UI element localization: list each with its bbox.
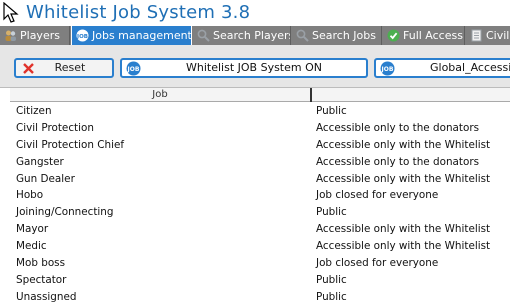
mouse-cursor-icon	[3, 2, 19, 23]
table-row[interactable]: Unassigned Public	[0, 289, 510, 306]
tab-jobs-management[interactable]: JOB Jobs management	[71, 25, 192, 45]
jobs-icon: JOB	[380, 61, 395, 76]
tab-search-jobs[interactable]: Search Jobs	[292, 26, 382, 45]
job-access-cell: Accessible only with the Whitelist	[316, 138, 491, 151]
table-row[interactable]: Civil Protection Accessible only to the d…	[0, 120, 510, 137]
job-access-cell: Accessible only to the donators	[316, 155, 480, 168]
whitelist-status-field[interactable]: JOB Whitelist JOB System ON	[120, 58, 368, 78]
table-row[interactable]: Mayor Accessible only with the Whitelist	[0, 221, 510, 238]
column-divider[interactable]	[310, 88, 312, 102]
toolbar: Reset JOB Whitelist JOB System ON JOB Gl…	[0, 45, 510, 88]
job-name-cell: Mob boss	[16, 257, 66, 270]
tab-full-access[interactable]: Full Access	[383, 26, 465, 45]
job-name-cell: Gangster	[16, 155, 64, 168]
table-row[interactable]: Civil Protection Chief Accessible only wi…	[0, 137, 510, 154]
reset-button-label: Reset	[54, 61, 86, 74]
table-row[interactable]: Mob boss Job closed for everyone	[0, 255, 510, 272]
table-row[interactable]: Medic Accessible only with the Whitelist	[0, 238, 510, 255]
table-body: Citizen Public Civil Protection Accessible …	[0, 103, 510, 306]
job-name-cell: Mayor	[16, 223, 49, 236]
tab-strip: Players JOB Jobs management Search Playe…	[0, 25, 510, 45]
job-access-cell: Accessible only with the Whitelist	[316, 240, 491, 253]
job-name-cell: Spectator	[16, 273, 67, 286]
job-access-cell: Job closed for everyone	[316, 189, 439, 202]
svg-text:JOB: JOB	[381, 66, 394, 73]
jobs-icon: JOB	[126, 61, 141, 76]
tab-label: Search Jobs	[312, 29, 376, 42]
tab-label: Civil	[486, 29, 510, 42]
players-icon	[5, 30, 16, 41]
tab-players[interactable]: Players	[0, 26, 70, 45]
search-icon	[296, 29, 309, 42]
job-access-cell: Accessible only with the Whitelist	[316, 223, 491, 236]
job-name-cell: Civil Protection	[16, 121, 94, 134]
job-name-cell: Medic	[16, 240, 47, 253]
svg-text:JOB: JOB	[76, 34, 88, 40]
job-access-cell: Accessible only with the Whitelist	[316, 172, 491, 185]
search-icon	[197, 29, 210, 42]
tab-label: Jobs management	[92, 29, 192, 42]
access-select-value: Global_Accessi	[430, 61, 510, 74]
app-title: Whitelist Job System 3.8	[26, 2, 251, 23]
tab-search-players[interactable]: Search Players	[193, 26, 291, 45]
job-name-cell: Hobo	[16, 189, 44, 202]
table-row[interactable]: Gun Dealer Accessible only with the White…	[0, 171, 510, 188]
table-row[interactable]: Joining/Connecting Public	[0, 204, 510, 221]
reset-button[interactable]: Reset	[14, 58, 114, 78]
job-name-cell: Joining/Connecting	[16, 206, 114, 219]
table-row[interactable]: Spectator Public	[0, 272, 510, 289]
job-access-cell: Public	[316, 206, 347, 219]
job-access-cell: Public	[316, 105, 347, 117]
whitelist-status-value: Whitelist JOB System ON	[186, 61, 322, 74]
job-name-cell: Gun Dealer	[16, 172, 75, 185]
document-icon	[471, 29, 482, 42]
job-name-cell: Citizen	[16, 105, 52, 117]
title-bar: Whitelist Job System 3.8	[0, 0, 510, 26]
table-row[interactable]: Hobo Job closed for everyone	[0, 187, 510, 204]
access-select[interactable]: JOB Global_Accessi	[374, 58, 510, 78]
table-row[interactable]: Gangster Accessible only to the donators	[0, 154, 510, 171]
tab-label: Players	[20, 29, 60, 42]
jobs-icon: JOB	[76, 29, 89, 42]
tab-label: Search Players	[213, 29, 291, 42]
job-access-cell: Public	[316, 273, 347, 286]
check-icon	[387, 29, 400, 42]
job-name-cell: Civil Protection Chief	[16, 138, 125, 151]
table-row[interactable]: Citizen Public	[0, 103, 510, 120]
job-name-cell: Unassigned	[16, 290, 77, 303]
job-access-cell: Accessible only to the donators	[316, 121, 480, 134]
tab-civil[interactable]: Civil	[466, 26, 510, 45]
tab-label: Full Access	[403, 29, 463, 42]
column-header-job[interactable]: Job	[10, 88, 310, 102]
table-header: Job	[10, 88, 510, 102]
job-access-cell: Public	[316, 290, 347, 303]
svg-text:JOB: JOB	[127, 66, 140, 73]
job-access-cell: Job closed for everyone	[316, 257, 439, 270]
jobs-table: Job Citizen Public Civil Protection Accessi…	[0, 88, 510, 308]
